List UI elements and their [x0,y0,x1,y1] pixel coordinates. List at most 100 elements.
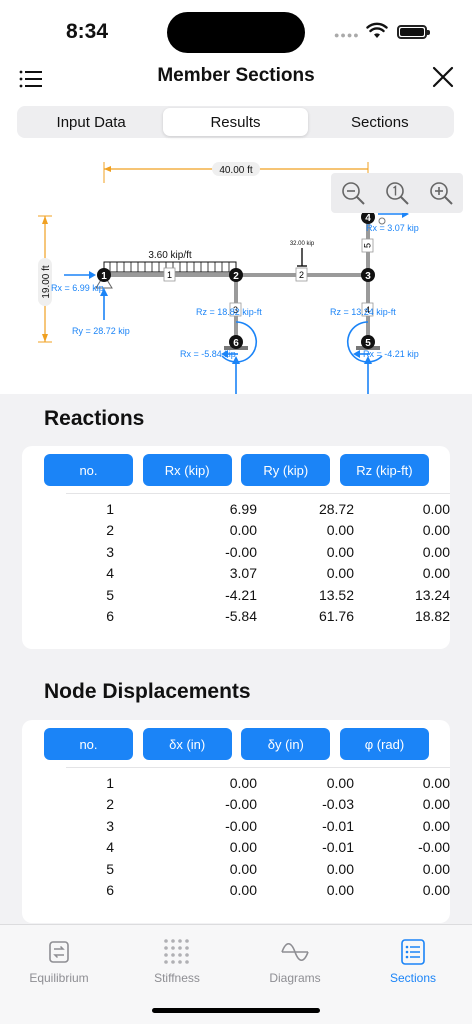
zoom-reset-icon[interactable] [383,179,411,207]
column-header-rx[interactable]: Rx (kip) [142,454,232,486]
cell-rz: 18.82 [414,608,450,625]
span-label: 40.00 ft [219,165,253,176]
node-label: 5 [365,338,371,349]
cell-no: 6 [106,882,114,899]
screen: 8:34 ●●●● Member Sections Input Data Res… [0,0,472,1024]
home-indicator [152,1008,320,1013]
column-header-no[interactable]: no. [44,454,133,486]
header-divider [66,767,450,768]
cell-ry: 0.00 [326,565,354,582]
cell-rx: -5.84 [225,608,257,625]
node-label: 2 [233,271,239,282]
cell-no: 5 [106,860,114,877]
cell-dy: 0.00 [326,860,354,877]
span-arrowhead [104,166,111,172]
reactions-header-row: no. Rx (kip) Ry (kip) Rz (kip-ft) [44,454,429,486]
cell-phi: 0.00 [422,860,450,877]
column-header-dy[interactable]: δy (in) [241,728,331,760]
cell-no: 3 [106,543,114,560]
cell-dx: -0.00 [225,796,257,813]
cell-no: 4 [106,565,114,582]
segment-input-data[interactable]: Input Data [19,108,163,136]
structure-diagram[interactable]: 40.00 ft 19.00 ft 3.60 kip/ft 32.00 kip … [0,148,472,394]
column-header-no[interactable]: no. [44,728,133,760]
reactions-title: Reactions [44,407,145,430]
reaction-label: Ry = 28.72 kip [72,326,130,336]
cell-no: 3 [106,817,114,834]
cell-rz: 0.00 [422,565,450,582]
segmented-control-area: Input Data Results Sections [0,100,472,148]
tab-label: Stiffness [154,971,200,985]
cell-dy: 0.00 [326,882,354,899]
cell-phi: -0.00 [418,839,450,856]
column-header-ry[interactable]: Ry (kip) [241,454,331,486]
table-row: 2 0.00 0.00 0.00 [66,520,450,542]
cell-dx: 0.00 [229,774,257,791]
dynamic-island [167,12,305,53]
reaction-label: Rx = -5.84 kip [180,349,236,359]
table-row: 3 -0.00 -0.01 0.00 [66,815,450,837]
table-row: 3 -0.00 0.00 0.00 [66,541,450,563]
column-header-phi[interactable]: φ (rad) [339,728,429,760]
cell-phi: 0.00 [422,882,450,899]
table-row: 1 0.00 0.00 0.00 [66,772,450,794]
column-header-dx[interactable]: δx (in) [142,728,232,760]
distributed-load-label: 3.60 kip/ft [148,250,192,261]
close-icon[interactable] [430,64,456,90]
node-label: 3 [365,271,371,282]
header-divider [66,493,450,494]
table-row: 5 -4.21 13.52 13.24 [66,584,450,606]
height-label: 19.00 ft [41,265,52,299]
zoom-out-icon[interactable] [339,179,367,207]
table-row: 2 -0.00 -0.03 0.00 [66,794,450,816]
tab-label: Sections [389,971,437,985]
table-row: 4 0.00 -0.01 -0.00 [66,837,450,859]
reaction-label: Rx = 3.07 kip [366,223,419,233]
cell-dx: 0.00 [229,882,257,899]
stiffness-grid-icon [164,939,189,964]
node-label: 1 [101,271,107,282]
tab-sections[interactable]: Sections [354,937,472,985]
cell-no: 2 [106,796,114,813]
displacements-title: Node Displacements [44,680,251,703]
reactions-rows: 1 6.99 28.72 0.00 2 0.00 0.00 0.00 3 -0.00 0.00 0… [66,498,450,627]
member-label: 5 [363,243,373,248]
cell-dy: 0.00 [326,774,354,791]
equilibrium-icon [49,941,69,963]
column-header-rz[interactable]: Rz (kip-ft) [339,454,429,486]
page-title: Member Sections [157,65,315,86]
cell-no: 6 [106,608,114,625]
cell-no: 1 [106,774,114,791]
table-row: 1 6.99 28.72 0.00 [66,498,450,520]
member-label: 1 [167,270,172,280]
cell-rx: 0.00 [229,522,257,539]
displacements-rows: 1 0.00 0.00 0.00 2 -0.00 -0.03 0.00 3 -0.00 -0.0… [66,772,450,901]
node-label: 6 [233,338,239,349]
status-bar: 8:34 ●●●● [0,0,472,60]
segment-sections[interactable]: Sections [308,108,452,136]
battery-icon [397,25,430,39]
cell-rx: -4.21 [225,586,257,603]
tab-diagrams[interactable]: Diagrams [236,937,354,985]
reactions-table: no. Rx (kip) Ry (kip) Rz (kip-ft) 1 6.99 2… [22,446,450,649]
cell-dx: 0.00 [229,839,257,856]
cell-rz: 0.00 [422,543,450,560]
cell-ry: 28.72 [318,500,354,517]
wave-icon [281,942,309,962]
reaction-label: Rz = 18.82 kip-ft [196,307,262,317]
segment-results[interactable]: Results [163,108,308,136]
cell-rx: 3.07 [229,565,257,582]
segmented-control: Input Data Results Sections [17,106,454,138]
tab-stiffness[interactable]: Stiffness [118,937,236,985]
cell-rz: 0.00 [422,500,450,517]
reaction-label: Rx = 6.99 kip [51,283,104,293]
height-arrowhead [42,334,48,342]
point-load-label: 32.00 kip [290,241,315,247]
cell-no: 4 [106,839,114,856]
cell-dy: -0.01 [322,839,354,856]
cell-no: 5 [106,586,114,603]
tab-equilibrium[interactable]: Equilibrium [0,937,118,985]
reaction-label: Rx = -4.21 kip [363,349,419,359]
cell-ry: 61.76 [318,608,354,625]
zoom-in-icon[interactable] [427,179,455,207]
